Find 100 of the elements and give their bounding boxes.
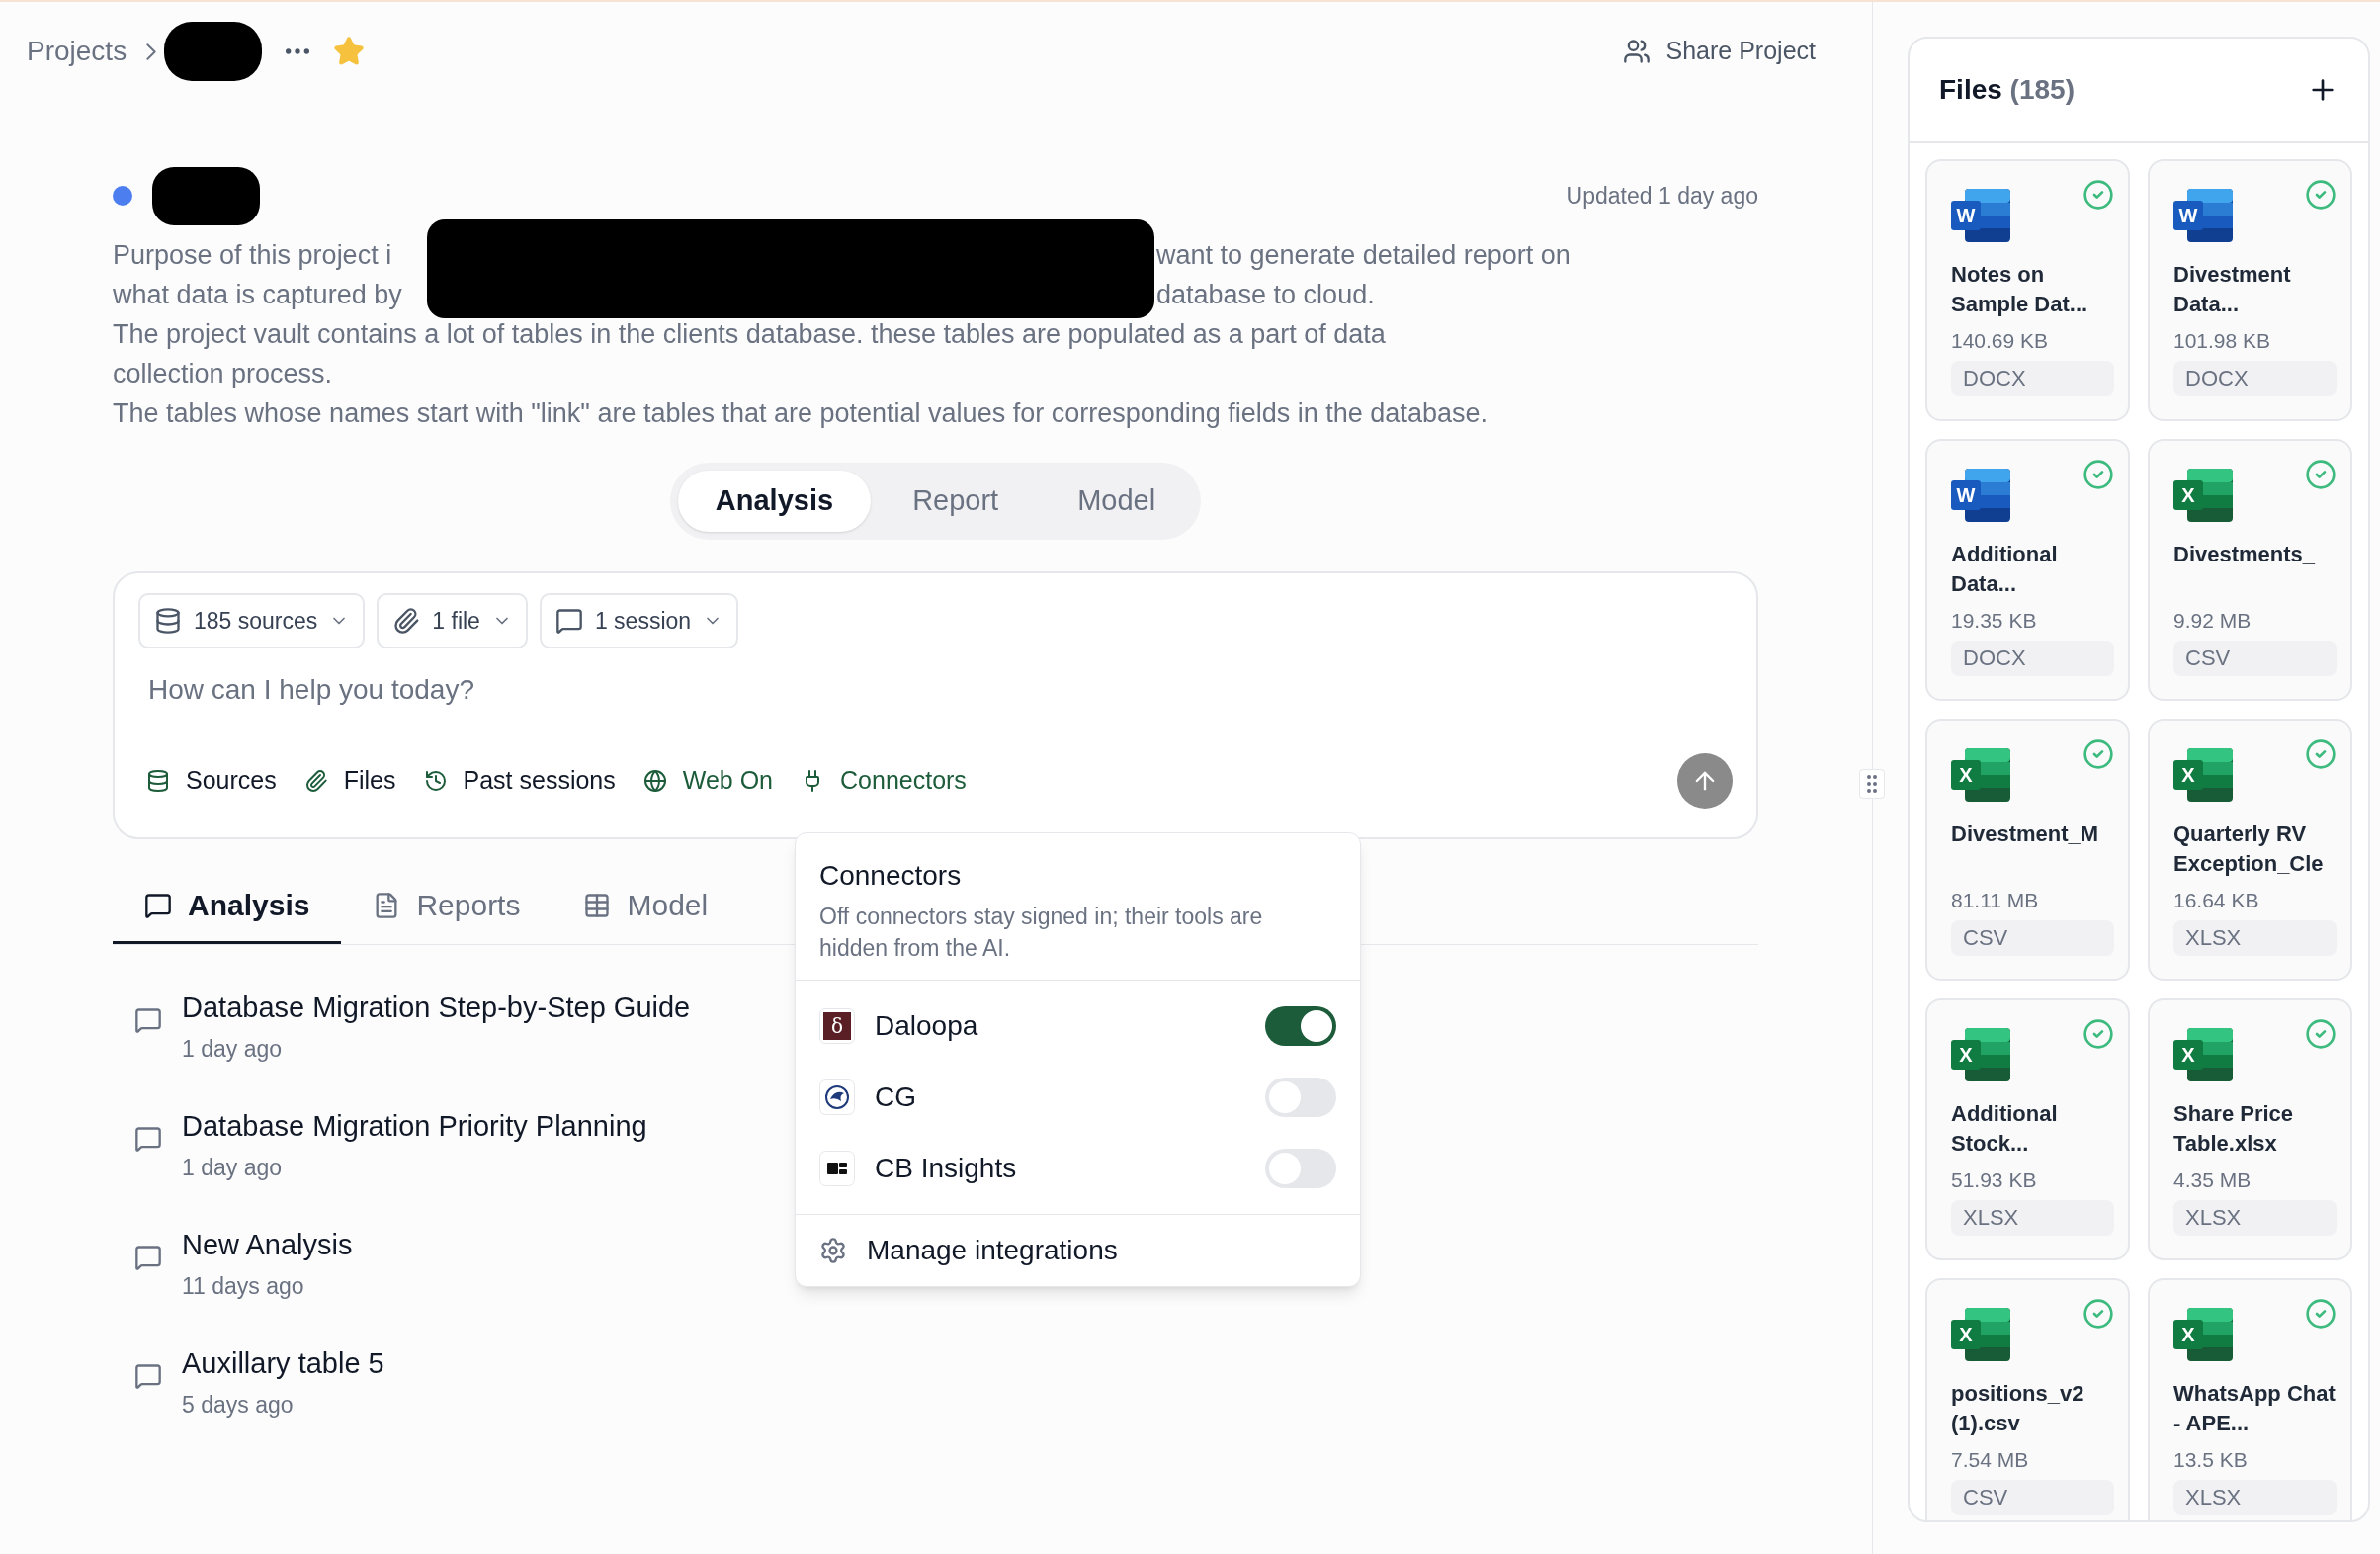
resize-handle-icon[interactable]: [1859, 769, 1885, 799]
file-type: XLSX: [2173, 1479, 2337, 1515]
description-text: The tables whose names start with "link" are tables that are potential values for corresponding fields in the database.: [113, 397, 1488, 430]
globe-icon: [642, 769, 667, 793]
file-size: 101.98 KB: [2173, 328, 2272, 354]
connector-name: CG: [875, 1080, 917, 1114]
file-size: 7.54 MB: [1951, 1447, 2030, 1473]
file-type: DOCX: [2173, 360, 2337, 396]
history-icon: [423, 769, 448, 793]
paperclip-icon: [303, 769, 328, 793]
connector-logo: δ: [819, 1008, 855, 1044]
chat-icon: [144, 891, 172, 919]
toolbar-button[interactable]: Past sessions: [423, 762, 616, 800]
file-type: XLSX: [2173, 1199, 2337, 1236]
filter-dropdown[interactable]: 1 session: [539, 593, 739, 648]
file-size: 51.93 KB: [1951, 1167, 2038, 1193]
session-title: Database Migration Priority Planning: [182, 1109, 647, 1144]
connector-logo: [819, 1079, 855, 1115]
file-size: 140.69 KB: [1951, 328, 2050, 354]
popup-description: Off connectors stay signed in; their tools are hidden from the AI.: [819, 903, 1264, 963]
description-text: want to generate detailed report on: [1156, 239, 1571, 272]
file-name: positions_v2 (1).csv: [1951, 1380, 2085, 1437]
database-icon: [146, 769, 170, 793]
toolbar-button[interactable]: Files: [303, 762, 396, 800]
file-card[interactable]: W Additional Data... 19.35 KB DOCX: [1925, 439, 2130, 701]
file-card[interactable]: X Share Price Table.xlsx 4.35 MB XLSX: [2148, 998, 2352, 1260]
file-size: 19.35 KB: [1951, 608, 2038, 634]
file-name: Additional Stock...: [1951, 1100, 2059, 1158]
users-icon: [1622, 38, 1651, 65]
toolbar-button[interactable]: Sources: [146, 762, 277, 800]
file-name: Notes on Sample Dat...: [1951, 261, 2089, 318]
file-card[interactable]: W Divestment Data... 101.98 KB DOCX: [2148, 159, 2352, 421]
description-text: collection process.: [113, 358, 333, 390]
file-size: 13.5 KB: [2173, 1447, 2249, 1473]
description-text: database to cloud.: [1156, 279, 1375, 311]
paperclip-icon: [392, 607, 421, 635]
session-item[interactable]: Auxillary table 5 5 days ago: [113, 1323, 384, 1441]
file-name: Divestments_: [2173, 541, 2317, 568]
file-size: 4.35 MB: [2173, 1167, 2252, 1193]
session-time: 11 days ago: [182, 1271, 305, 1301]
filter-dropdown[interactable]: 185 sources: [138, 593, 366, 648]
file-size: 9.92 MB: [2173, 608, 2252, 634]
toolbar-button[interactable]: Connectors: [801, 762, 967, 800]
section-tab[interactable]: Reports: [341, 869, 552, 944]
file-size: 16.64 KB: [2173, 888, 2260, 913]
file-name: Quarterly RV Exception_Cle: [2173, 820, 2325, 878]
breadcrumb-link[interactable]: Projects: [27, 31, 128, 72]
chat-icon: [134, 1006, 162, 1034]
file-card[interactable]: X positions_v2 (1).csv 7.54 MB CSV: [1925, 1278, 2130, 1520]
send-button[interactable]: [1677, 753, 1733, 809]
panel-title: Files (185): [1939, 73, 2075, 107]
description-text: what data is captured by: [113, 279, 403, 311]
session-title: Database Migration Step-by-Step Guide: [182, 991, 691, 1025]
session-title: Auxillary table 5: [182, 1346, 384, 1381]
chat-icon: [134, 1362, 162, 1390]
toggle-switch[interactable]: [1265, 1078, 1336, 1117]
section-tab[interactable]: Analysis: [113, 869, 342, 944]
session-item[interactable]: New Analysis 11 days ago: [113, 1204, 353, 1323]
session-time: 1 day ago: [182, 1034, 284, 1064]
file-type: CSV: [1951, 1479, 2114, 1515]
view-tab[interactable]: Report: [875, 471, 1037, 532]
toggle-switch[interactable]: [1265, 1006, 1336, 1046]
toolbar-button[interactable]: Web On: [642, 762, 773, 800]
chat-icon: [554, 607, 583, 635]
file-size: 81.11 MB: [1951, 888, 2040, 913]
share-button[interactable]: Share Project: [1622, 33, 1816, 70]
connector-logo: [819, 1151, 855, 1186]
session-time: 5 days ago: [182, 1390, 295, 1420]
file-name: WhatsApp Chat - APE...: [2173, 1380, 2337, 1437]
view-tab[interactable]: Model: [1040, 471, 1194, 532]
file-type: CSV: [2173, 640, 2337, 676]
file-card[interactable]: X Divestments_ 9.92 MB CSV: [2148, 439, 2352, 701]
menu-item[interactable]: Manage integrations: [796, 1215, 1360, 1286]
database-icon: [154, 607, 182, 635]
file-name: Share Price Table.xlsx: [2173, 1100, 2295, 1158]
file-card[interactable]: W Notes on Sample Dat... 140.69 KB DOCX: [1925, 159, 2130, 421]
file-type: CSV: [1951, 919, 2114, 956]
file-type: DOCX: [1951, 640, 2114, 676]
updated-time: Updated 1 day ago: [1566, 181, 1758, 211]
file-name: Divestment Data...: [2173, 261, 2292, 318]
file-type: XLSX: [2173, 919, 2337, 956]
file-card[interactable]: X Additional Stock... 51.93 KB XLSX: [1925, 998, 2130, 1260]
file-card[interactable]: X Divestment_M 81.11 MB CSV: [1925, 719, 2130, 981]
file-type: XLSX: [1951, 1199, 2114, 1236]
file-card[interactable]: X WhatsApp Chat - APE... 13.5 KB XLSX: [2148, 1278, 2352, 1520]
section-tab[interactable]: Model: [552, 869, 740, 944]
toggle-switch[interactable]: [1265, 1149, 1336, 1188]
star-icon[interactable]: [333, 36, 366, 67]
view-tab[interactable]: Analysis: [677, 471, 872, 532]
table-icon: [583, 891, 612, 919]
session-item[interactable]: Database Migration Priority Planning 1 day ago: [113, 1085, 647, 1204]
session-title: New Analysis: [182, 1228, 353, 1262]
connector-name: CB Insights: [875, 1152, 1018, 1185]
connector-name: Daloopa: [875, 1009, 979, 1043]
message-input[interactable]: How can I help you today?: [138, 668, 1733, 712]
file-card[interactable]: X Quarterly RV Exception_Cle 16.64 KB XLSX: [2148, 719, 2352, 981]
session-item[interactable]: Database Migration Step-by-Step Guide 1 day ago: [113, 967, 691, 1085]
file-type: DOCX: [1951, 360, 2114, 396]
chevron-right-icon: [146, 43, 157, 60]
filter-dropdown[interactable]: 1 file: [377, 593, 528, 648]
